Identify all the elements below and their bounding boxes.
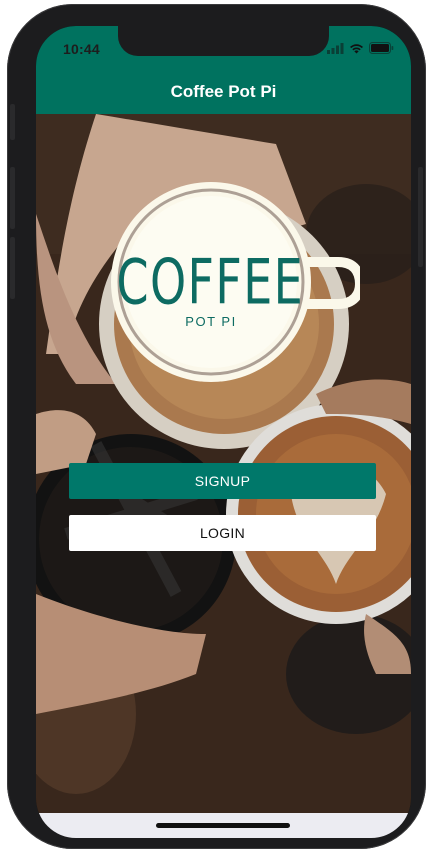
logo-subtitle: POT PI bbox=[185, 314, 236, 329]
signal-icon bbox=[327, 42, 344, 54]
hero-background: COFFEE POT PI SIGNUP LOGIN bbox=[36, 114, 411, 813]
notch bbox=[118, 26, 329, 56]
battery-icon bbox=[369, 42, 394, 54]
status-bar: 10:44 bbox=[36, 26, 411, 70]
status-time: 10:44 bbox=[63, 41, 100, 57]
power-button bbox=[418, 167, 423, 267]
logo-word: COFFEE bbox=[116, 246, 304, 319]
phone-frame: 10:44 Coffee Pot Pi COFFEE POT PI SIGNUP… bbox=[7, 4, 426, 849]
volume-down-button bbox=[10, 237, 15, 299]
signup-button[interactable]: SIGNUP bbox=[69, 463, 376, 499]
nav-bar: Coffee Pot Pi bbox=[36, 70, 411, 114]
home-indicator-area bbox=[36, 813, 411, 838]
volume-up-button bbox=[10, 167, 15, 229]
login-button[interactable]: LOGIN bbox=[69, 515, 376, 551]
mute-switch bbox=[10, 104, 15, 140]
status-icons bbox=[327, 42, 394, 54]
nav-title: Coffee Pot Pi bbox=[170, 82, 277, 101]
home-indicator[interactable] bbox=[156, 823, 290, 828]
coffee-cup-logo-icon: COFFEE POT PI bbox=[111, 182, 360, 382]
wifi-icon bbox=[350, 43, 363, 53]
screen: 10:44 Coffee Pot Pi COFFEE POT PI SIGNUP… bbox=[36, 26, 411, 838]
